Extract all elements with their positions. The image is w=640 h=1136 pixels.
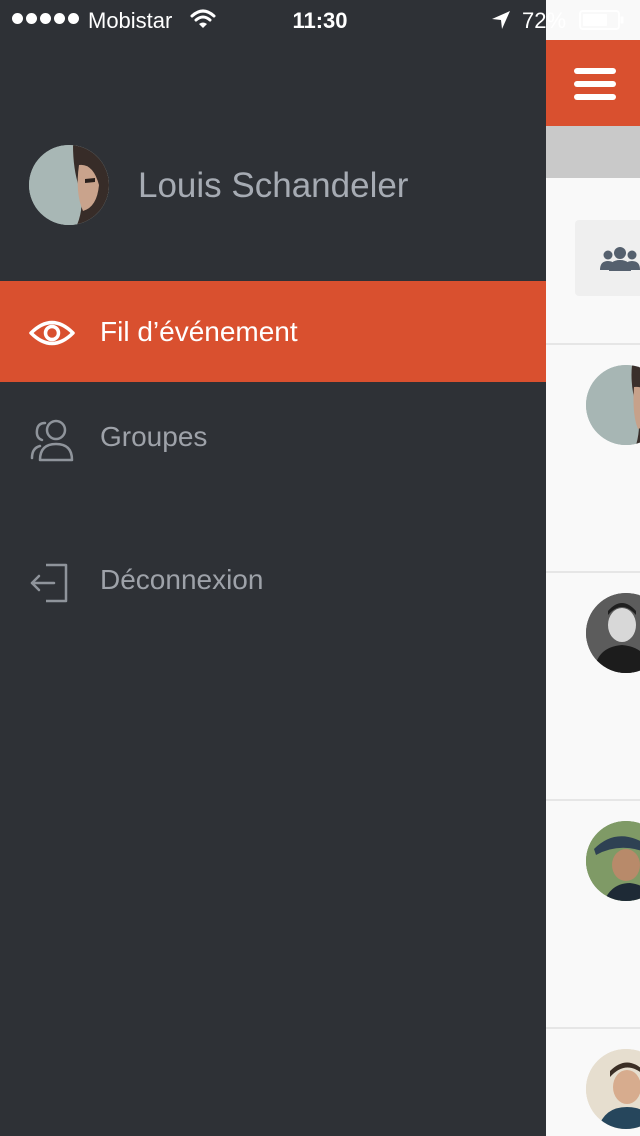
battery-icon	[579, 10, 624, 30]
menu-item-label: Fil d’événement	[100, 316, 298, 347]
feed-content-panel	[546, 0, 640, 1136]
feed-avatar[interactable]	[586, 821, 640, 901]
feed-divider	[546, 1027, 640, 1029]
user-avatar	[586, 365, 640, 445]
feed-divider	[546, 571, 640, 573]
feed-avatar[interactable]	[586, 1049, 640, 1129]
logout-icon	[30, 563, 68, 603]
menu-item-label: Déconnexion	[100, 564, 264, 595]
feed-divider	[546, 799, 640, 801]
group-icon	[600, 247, 640, 271]
status-bar: Mobistar 11:30 72%	[0, 0, 640, 40]
hamburger-menu-icon[interactable]	[574, 68, 618, 102]
side-drawer: Louis Schandeler Fil d’événement Groupes	[0, 0, 546, 1136]
user-avatar	[586, 821, 640, 901]
menu-item-label: Groupes	[100, 421, 208, 452]
menu-item-groups[interactable]: Groupes	[0, 386, 546, 487]
feed-avatar[interactable]	[586, 365, 640, 445]
menu-item-event-feed[interactable]: Fil d’événement	[0, 281, 546, 382]
user-avatar	[586, 1049, 640, 1129]
feed-divider	[546, 343, 640, 345]
profile-name[interactable]: Louis Schandeler	[138, 166, 408, 206]
profile-avatar[interactable]	[29, 145, 109, 225]
eye-icon	[29, 320, 75, 346]
battery-percent: 72%	[522, 8, 567, 33]
user-avatar	[586, 593, 640, 673]
location-arrow-icon	[492, 11, 510, 29]
menu-item-logout[interactable]: Déconnexion	[0, 529, 546, 630]
feed-avatar[interactable]	[586, 593, 640, 673]
users-icon	[30, 419, 74, 462]
user-avatar	[29, 145, 109, 225]
app-screen: Louis Schandeler Fil d’événement Groupes	[0, 0, 640, 1136]
content-subheader	[546, 126, 640, 178]
group-filter-button[interactable]	[575, 220, 640, 296]
content-header-bar	[546, 40, 640, 126]
